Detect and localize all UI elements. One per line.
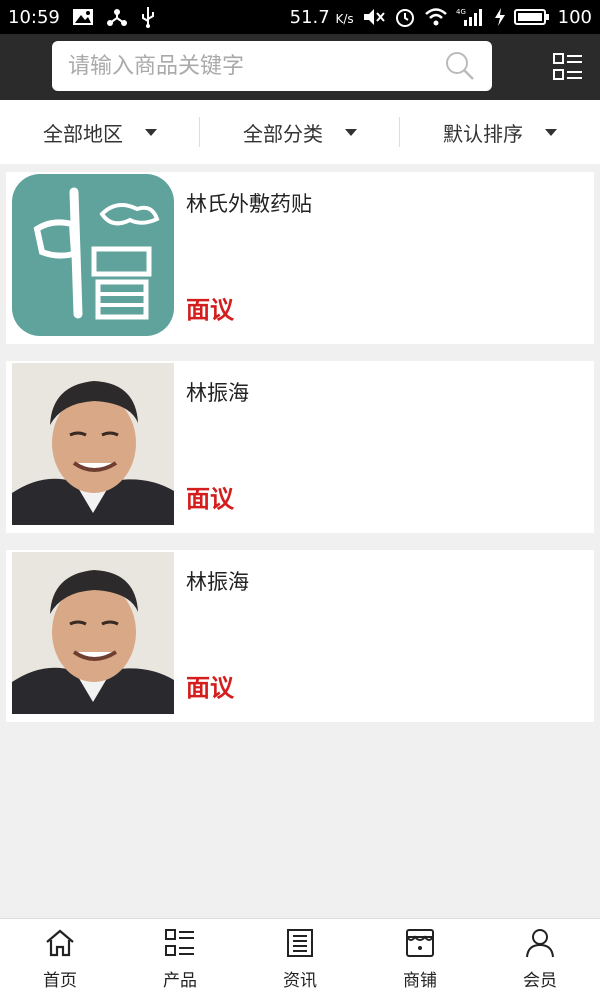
filter-sort[interactable]: 默认排序 <box>400 115 600 149</box>
news-icon <box>284 928 316 962</box>
bottom-nav: 首页 产品 资讯 商铺 会员 <box>0 918 600 1000</box>
product-list: 林氏外敷药贴 面议 林振海 面议 林振海 面议 <box>6 172 594 739</box>
header <box>0 34 600 100</box>
alarm-icon <box>394 6 416 28</box>
search-icon[interactable] <box>444 50 476 82</box>
nav-news[interactable]: 资讯 <box>240 919 360 1000</box>
signal-icon: 4G <box>456 7 486 27</box>
nav-label: 会员 <box>523 971 557 991</box>
search-input[interactable] <box>68 53 444 79</box>
home-icon <box>44 928 76 962</box>
nav-label: 商铺 <box>403 971 437 991</box>
zhongyi-logo-image <box>12 174 174 336</box>
product-price: 面议 <box>186 485 234 513</box>
list-item[interactable]: 林振海 面议 <box>6 361 594 533</box>
list-icon <box>164 928 196 962</box>
nav-label: 资讯 <box>283 971 317 991</box>
image-notification-icon <box>72 8 94 26</box>
filter-label: 全部分类 <box>243 121 323 146</box>
search-box[interactable] <box>52 41 492 91</box>
nav-label: 产品 <box>163 971 197 991</box>
filter-label: 全部地区 <box>43 121 123 146</box>
nav-shop[interactable]: 商铺 <box>360 919 480 1000</box>
battery-level: 100 <box>557 6 592 28</box>
shop-icon <box>404 928 436 962</box>
product-price: 面议 <box>186 674 234 702</box>
portrait-photo <box>12 552 174 714</box>
status-speed: 51.7 K/s <box>289 6 354 28</box>
chevron-down-icon <box>345 128 357 136</box>
filter-region[interactable]: 全部地区 <box>0 115 200 149</box>
product-name: 林振海 <box>186 570 249 594</box>
wifi-icon <box>424 7 448 27</box>
product-name: 林振海 <box>186 381 249 405</box>
status-time: 10:59 <box>8 6 60 28</box>
nav-label: 首页 <box>43 971 77 991</box>
filter-bar: 全部地区 全部分类 默认排序 <box>0 100 600 164</box>
category-menu-icon[interactable] <box>552 51 584 83</box>
nav-products[interactable]: 产品 <box>120 919 240 1000</box>
chevron-down-icon <box>145 128 157 136</box>
product-name: 林氏外敷药贴 <box>186 192 312 216</box>
nav-home[interactable]: 首页 <box>0 919 120 1000</box>
svg-text:4G: 4G <box>456 8 466 16</box>
usb-icon <box>140 6 156 28</box>
user-icon <box>524 928 556 962</box>
filter-label: 默认排序 <box>443 121 523 146</box>
chevron-down-icon <box>545 128 557 136</box>
charging-icon <box>494 7 506 27</box>
mute-icon <box>362 7 386 27</box>
list-item[interactable]: 林振海 面议 <box>6 550 594 722</box>
status-bar: 10:59 51.7 K/s 4G 100 <box>0 0 600 34</box>
list-item[interactable]: 林氏外敷药贴 面议 <box>6 172 594 344</box>
product-price: 面议 <box>186 296 234 324</box>
battery-icon <box>513 7 550 27</box>
nav-member[interactable]: 会员 <box>480 919 600 1000</box>
portrait-photo <box>12 363 174 525</box>
share-icon <box>106 7 128 27</box>
filter-category[interactable]: 全部分类 <box>200 115 400 149</box>
